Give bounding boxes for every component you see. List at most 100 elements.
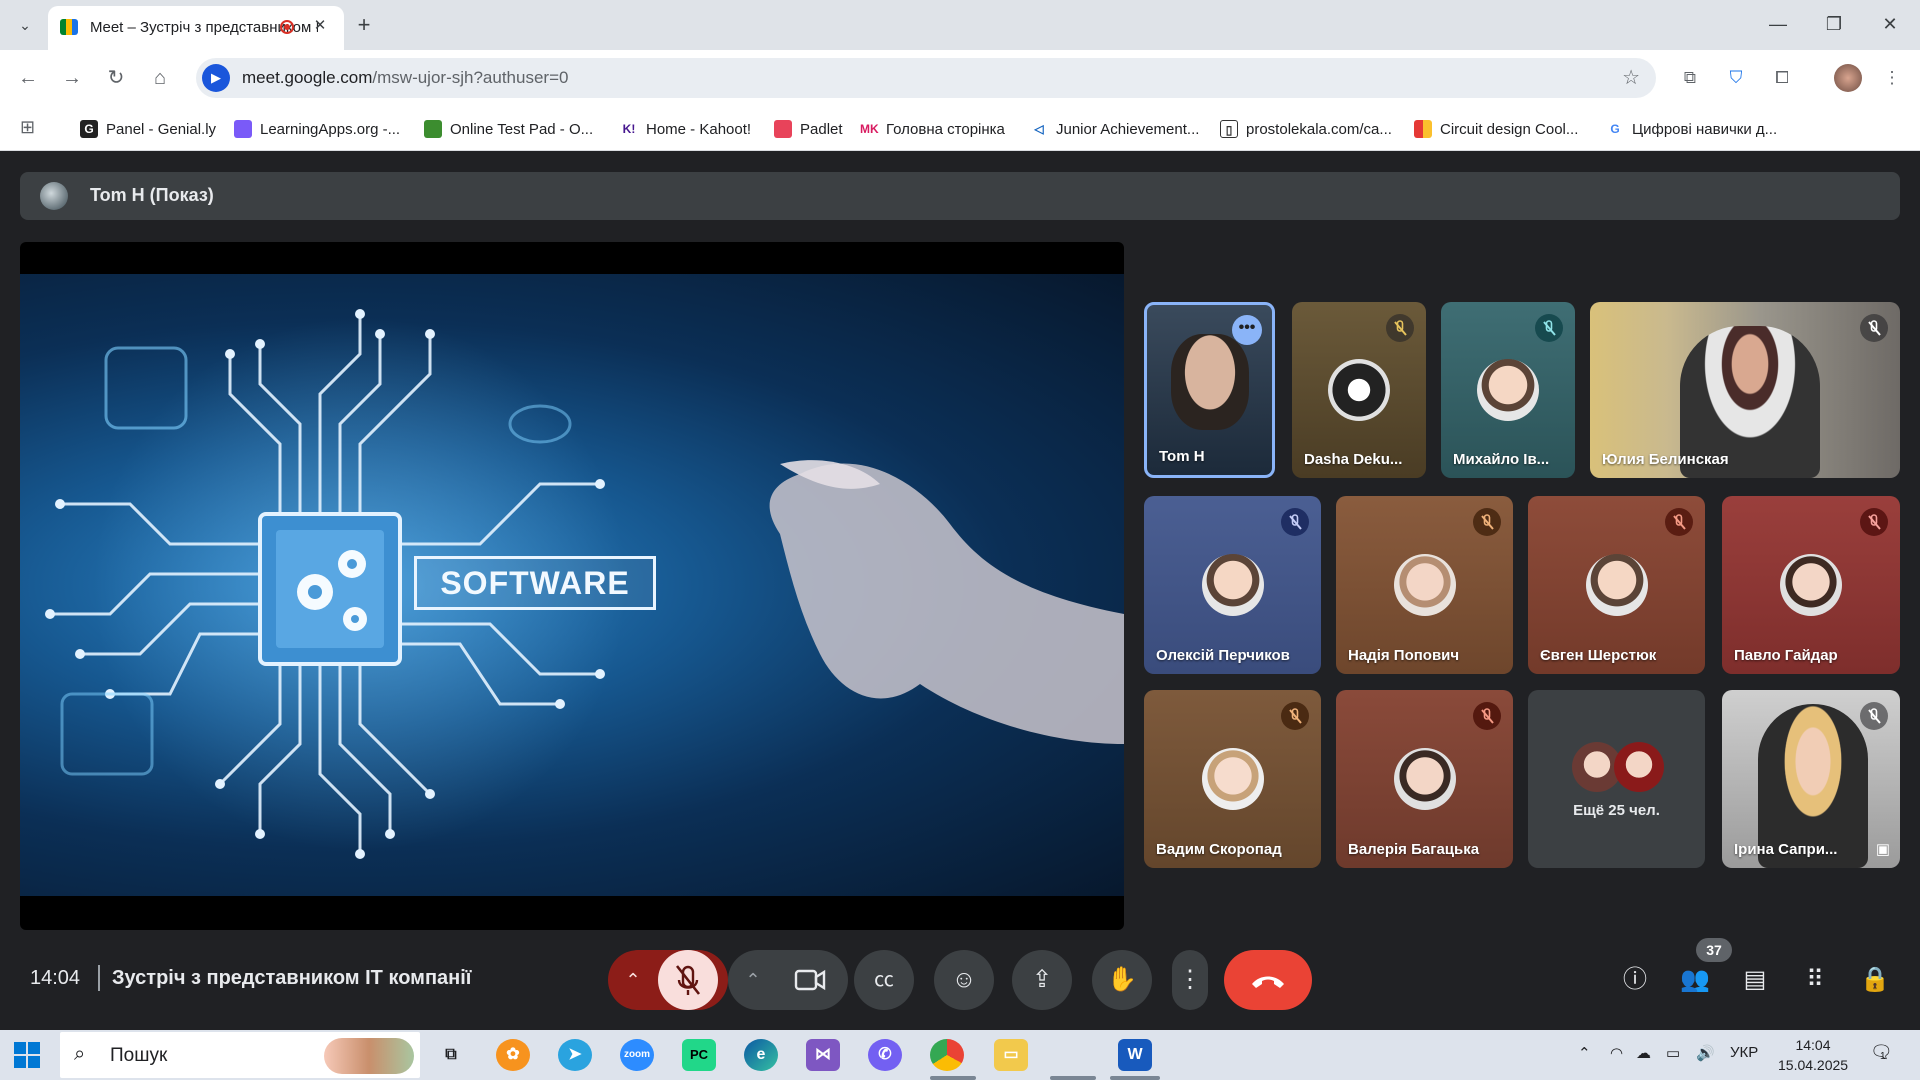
participant-tile[interactable]: Валерія Багацька [1336, 690, 1513, 868]
chat-button[interactable]: ▤ [1730, 955, 1780, 1005]
meet-site-icon[interactable]: ▶ [202, 64, 230, 92]
camera-toggle-button[interactable] [780, 950, 840, 1010]
mic-off-icon [1860, 508, 1888, 536]
participant-name: Dasha Deku... [1304, 451, 1403, 468]
participant-tile[interactable]: Юлия Белинская [1590, 302, 1900, 478]
captions-button[interactable]: ㏄ [854, 950, 914, 1010]
task-view-icon[interactable]: ⧉ [434, 1039, 468, 1071]
clock-time: 14:04 [1795, 1037, 1831, 1053]
file-explorer-icon[interactable]: ▭ [994, 1039, 1028, 1071]
prostolekala-icon: ▯ [1220, 120, 1238, 138]
participant-tile[interactable]: Михайло Ів... [1441, 302, 1575, 478]
participant-name: Олексій Перчиков [1156, 647, 1290, 664]
mic-off-icon [1860, 702, 1888, 730]
bookmark-kahoot[interactable]: K! Home - Kahoot! [620, 118, 751, 140]
more-options-icon[interactable]: ••• [1232, 315, 1262, 345]
onedrive-cloud-icon[interactable]: ☁ [1636, 1044, 1651, 1062]
visual-studio-icon[interactable]: ⋈ [806, 1039, 840, 1071]
windows-start-button[interactable] [14, 1042, 40, 1068]
new-tab-button[interactable]: + [350, 12, 378, 40]
participant-tile[interactable]: Євген Шерстюк [1528, 496, 1705, 674]
tab-search-chevron-icon[interactable]: ⌄ [12, 13, 38, 37]
bookmark-label: Panel - Genial.ly [106, 120, 217, 138]
viber-icon[interactable]: ✆ [868, 1039, 902, 1071]
more-options-button[interactable]: ⋮ [1172, 950, 1208, 1010]
taskbar-clock[interactable]: 14:04 15.04.2025 [1778, 1035, 1848, 1075]
bookmark-star-icon[interactable]: ☆ [1622, 65, 1640, 90]
language-indicator[interactable]: УКР [1730, 1044, 1758, 1061]
presentation-stage[interactable]: SOFTWARE [20, 242, 1124, 930]
minimize-button[interactable]: — [1758, 10, 1798, 38]
browser-tab-meet[interactable]: Meet – Зустріч з представником IT компан… [48, 6, 344, 50]
participant-tile[interactable]: Надія Попович [1336, 496, 1513, 674]
more-participants-tile[interactable]: Ещё 25 чел. [1528, 690, 1705, 868]
extension-shield-icon[interactable]: ⛉ [1722, 64, 1750, 92]
participant-name: Євген Шерстюк [1540, 647, 1657, 664]
participant-tile[interactable]: Павло Гайдар [1722, 496, 1900, 674]
app-orange-icon[interactable]: ✿ [496, 1039, 530, 1071]
restore-button[interactable]: ❐ [1814, 10, 1854, 38]
participant-tile[interactable]: Ірина Сапри... ▣ [1722, 690, 1900, 868]
volume-icon[interactable]: 🔊 [1696, 1044, 1715, 1062]
activities-button[interactable]: ⠿ [1790, 955, 1840, 1005]
bookmark-prostolekala[interactable]: ▯ prostolekala.com/ca... [1220, 118, 1392, 140]
extensions-puzzle-icon[interactable]: ⧠ [1768, 64, 1796, 92]
host-controls-button[interactable]: 🔒 [1850, 955, 1900, 1005]
mic-off-icon [1473, 508, 1501, 536]
participant-tile[interactable]: Dasha Deku... [1292, 302, 1426, 478]
meeting-details-button[interactable]: ⓘ [1610, 955, 1660, 1005]
telegram-icon[interactable]: ➤ [558, 1039, 592, 1071]
window-close-button[interactable]: ✕ [1870, 10, 1910, 38]
genially-icon: G [80, 120, 98, 138]
reload-button[interactable]: ↻ [102, 64, 130, 92]
bookmark-mk[interactable]: MK Головна сторінка [860, 118, 1005, 140]
mic-toggle-button[interactable] [658, 950, 718, 1010]
tray-overflow-icon[interactable]: ⌃ [1578, 1044, 1591, 1062]
bookmark-digital-skills[interactable]: G Цифрові навички д... [1606, 118, 1777, 140]
edge-icon[interactable]: e [744, 1039, 778, 1071]
people-button[interactable]: 👥 [1670, 955, 1720, 1005]
browser-menu-icon[interactable]: ⋮ [1878, 64, 1906, 92]
bookmark-testpad[interactable]: Online Test Pad - O... [424, 118, 593, 140]
back-button[interactable]: ← [14, 64, 42, 92]
apps-grid-icon[interactable]: ⊞ [20, 117, 42, 139]
participant-avatar [1393, 748, 1456, 810]
present-button[interactable]: ⇪ [1012, 950, 1072, 1010]
bookmark-label: Junior Achievement... [1056, 120, 1200, 138]
extension-translate-icon[interactable]: ⧉ [1676, 64, 1704, 92]
participant-tile[interactable]: Олексій Перчиков [1144, 496, 1321, 674]
participant-avatar [1393, 554, 1456, 616]
chrome-icon[interactable] [930, 1039, 964, 1071]
address-bar[interactable]: ▶ meet.google.com/msw-ujor-sjh?authuser=… [196, 58, 1656, 98]
raise-hand-button[interactable]: ✋ [1092, 950, 1152, 1010]
reactions-button[interactable]: ☺ [934, 950, 994, 1010]
audio-settings-chevron-icon[interactable]: ⌃ [608, 950, 658, 1010]
participant-tile[interactable]: Вадим Скоропад [1144, 690, 1321, 868]
end-call-icon [1252, 976, 1284, 988]
zoom-icon[interactable]: zoom [620, 1039, 654, 1071]
participant-tile[interactable]: ••• Tom H [1144, 302, 1275, 478]
pycharm-icon[interactable]: PC [682, 1039, 716, 1071]
network-icon[interactable]: ◠ [1610, 1044, 1623, 1062]
tab-close-icon[interactable]: ✕ [310, 16, 330, 36]
participant-name: Надія Попович [1348, 647, 1460, 664]
notification-count: 1 [1880, 1051, 1886, 1062]
home-button[interactable]: ⌂ [146, 64, 174, 92]
mic-off-icon [1860, 314, 1888, 342]
profile-avatar[interactable] [1834, 64, 1862, 92]
notifications-icon[interactable]: 🗨 1 [1870, 1042, 1896, 1068]
emoji-icon: ☺ [951, 966, 977, 993]
bookmark-padlet[interactable]: Padlet [774, 118, 843, 140]
battery-icon[interactable]: ▭ [1666, 1044, 1680, 1062]
participant-avatar [1614, 742, 1664, 792]
video-settings-chevron-icon[interactable]: ⌃ [728, 950, 778, 1010]
bookmark-learningapps[interactable]: LearningApps.org -... [234, 118, 400, 140]
taskbar-search-box[interactable]: ⌕ Пошук [60, 1032, 420, 1078]
forward-button[interactable]: → [58, 64, 86, 92]
bookmark-genially[interactable]: G Panel - Genial.ly [80, 118, 216, 140]
padlet-icon [774, 120, 792, 138]
bookmark-tinkercad[interactable]: Circuit design Cool... [1414, 118, 1578, 140]
word-icon[interactable]: W [1118, 1039, 1152, 1071]
leave-call-button[interactable] [1224, 950, 1312, 1010]
bookmark-junior-achievement[interactable]: ◁ Junior Achievement... [1030, 118, 1199, 140]
